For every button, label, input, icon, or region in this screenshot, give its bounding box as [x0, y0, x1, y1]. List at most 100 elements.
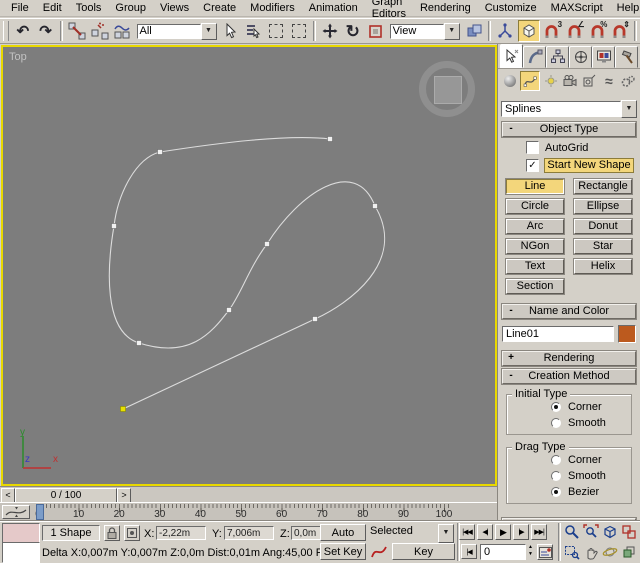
object-type-text-button[interactable]: Text	[505, 258, 565, 275]
time-configuration-button[interactable]	[537, 544, 553, 560]
rollout-name-and-color[interactable]: - Name and Color	[501, 303, 637, 320]
redo-button[interactable]: ↷	[35, 20, 56, 42]
set-key-button[interactable]: Set Key	[320, 543, 366, 560]
select-object-button[interactable]	[221, 20, 242, 42]
current-frame-marker[interactable]	[36, 504, 44, 520]
select-and-link-button[interactable]	[67, 20, 88, 42]
selection-set-value[interactable]: Selected	[370, 524, 438, 539]
unlink-selection-button[interactable]	[89, 20, 110, 42]
shape-category-dropdown[interactable]: Splines ▼	[501, 100, 637, 118]
mini-curve-editor-button[interactable]	[2, 505, 30, 519]
tab-utilities[interactable]	[615, 46, 638, 68]
spinner-snap-button[interactable]: ⇕	[609, 20, 630, 42]
zoom-extents-button[interactable]	[600, 522, 619, 542]
snaps-toggle-button[interactable]	[517, 20, 540, 42]
selection-set-dropdown[interactable]: Selected ▼	[370, 524, 454, 543]
current-frame-field[interactable]: 0	[480, 544, 526, 560]
menu-modifiers[interactable]: Modifiers	[243, 1, 302, 15]
select-by-name-button[interactable]	[243, 20, 264, 42]
start-new-shape-button[interactable]: Start New Shape	[544, 158, 634, 173]
play-button[interactable]: ▶	[495, 524, 511, 540]
chevron-down-icon[interactable]: ▼	[443, 22, 460, 40]
chevron-down-icon[interactable]: ▼	[621, 100, 637, 118]
chevron-down-icon[interactable]: ▼	[438, 524, 454, 543]
object-type-ngon-button[interactable]: NGon	[505, 238, 565, 255]
spline-vertex[interactable]	[226, 307, 232, 313]
shape-category-value[interactable]: Splines	[501, 101, 621, 117]
autogrid-checkbox[interactable]	[526, 141, 539, 154]
object-type-arc-button[interactable]: Arc	[505, 218, 565, 235]
tab-motion[interactable]	[569, 46, 592, 68]
zoom-extents-all-button[interactable]	[619, 522, 638, 542]
named-selection-value[interactable]: All	[136, 23, 201, 39]
angle-snap-button[interactable]: ∠	[564, 20, 585, 42]
menu-file[interactable]: File	[4, 1, 36, 15]
category-helpers[interactable]	[581, 72, 598, 90]
spline-vertex[interactable]	[372, 203, 378, 209]
tab-hierarchy[interactable]	[546, 46, 569, 68]
percent-snap-button[interactable]: %	[587, 20, 607, 42]
spline-first-vertex[interactable]	[120, 406, 126, 412]
start-new-shape-checkbox[interactable]: ✓	[526, 159, 539, 172]
object-type-line-button[interactable]: Line	[505, 178, 565, 195]
previous-frame-button[interactable]: ◀|	[477, 524, 493, 540]
undo-button[interactable]: ↶	[13, 20, 34, 42]
selection-lock-button[interactable]	[104, 525, 120, 541]
named-selection-set-dropdown[interactable]: All ▼	[136, 22, 217, 40]
menu-tools[interactable]: Tools	[69, 1, 109, 15]
trackbar-ruler[interactable]: 0102030405060708090100	[35, 503, 456, 521]
menu-animation[interactable]: Animation	[302, 1, 365, 15]
drag-type-bezier-radio[interactable]: Bezier	[551, 486, 631, 498]
maxscript-mini-listener-script[interactable]	[2, 542, 40, 563]
object-type-section-button[interactable]: Section	[505, 278, 565, 295]
object-color-swatch[interactable]	[618, 325, 636, 343]
time-slider-left-button[interactable]: <	[1, 488, 15, 503]
next-frame-button[interactable]: |▶	[513, 524, 529, 540]
absolute-offset-toggle-button[interactable]	[124, 525, 140, 541]
set-key-curve-icon[interactable]	[371, 544, 387, 563]
track-bar[interactable]: 0102030405060708090100	[0, 502, 497, 521]
pan-button[interactable]	[581, 542, 600, 562]
select-and-move-button[interactable]	[320, 20, 341, 42]
arc-rotate-button[interactable]	[600, 542, 619, 562]
go-to-start-button[interactable]: |◀◀	[459, 524, 475, 540]
select-and-scale-button[interactable]	[365, 20, 386, 42]
menu-help[interactable]: Help	[610, 1, 640, 15]
zoom-button[interactable]	[562, 522, 581, 542]
select-and-rotate-button[interactable]: ↻	[342, 20, 363, 42]
toolbar-drag-handle[interactable]	[3, 21, 9, 41]
x-coord-field[interactable]: -2,22m	[156, 526, 206, 540]
object-type-ellipse-button[interactable]: Ellipse	[573, 198, 633, 215]
auto-key-button[interactable]: Auto Key	[320, 524, 366, 555]
initial-type-corner-radio[interactable]: Corner	[551, 401, 631, 413]
snap-3d-button[interactable]: 3	[542, 20, 562, 42]
spline-vertex[interactable]	[327, 136, 333, 142]
tab-display[interactable]	[592, 46, 615, 68]
tab-modify[interactable]	[523, 46, 546, 68]
select-and-manipulate-button[interactable]	[495, 20, 516, 42]
category-geometry[interactable]	[501, 72, 518, 90]
category-cameras[interactable]	[561, 72, 578, 90]
spline-vertex[interactable]	[136, 340, 142, 346]
drag-type-corner-radio[interactable]: Corner	[551, 454, 631, 466]
object-type-rectangle-button[interactable]: Rectangle	[573, 178, 633, 195]
maximize-viewport-toggle-button[interactable]	[619, 542, 638, 562]
object-type-helix-button[interactable]: Helix	[573, 258, 633, 275]
spline-vertex[interactable]	[264, 241, 270, 247]
object-name-field[interactable]: Line01	[502, 326, 614, 342]
category-systems[interactable]	[620, 72, 637, 90]
category-spacewarps[interactable]: ≈	[600, 72, 617, 90]
spline-vertex[interactable]	[157, 149, 163, 155]
menu-views[interactable]: Views	[153, 1, 196, 15]
category-lights[interactable]	[542, 72, 559, 90]
maxscript-mini-listener-macro[interactable]	[2, 523, 40, 544]
frame-spinner[interactable]: ▲ ▼	[528, 544, 533, 558]
rollout-rendering[interactable]: + Rendering	[501, 350, 637, 367]
key-mode-toggle-button[interactable]: |◀	[461, 544, 477, 559]
time-slider-right-button[interactable]: >	[117, 488, 131, 503]
zoom-all-button[interactable]	[581, 522, 600, 542]
rectangular-selection-region-button[interactable]	[266, 20, 287, 42]
region-zoom-button[interactable]	[562, 542, 581, 562]
menu-edit[interactable]: Edit	[36, 1, 69, 15]
top-viewport[interactable]: Top y x z	[1, 45, 497, 486]
